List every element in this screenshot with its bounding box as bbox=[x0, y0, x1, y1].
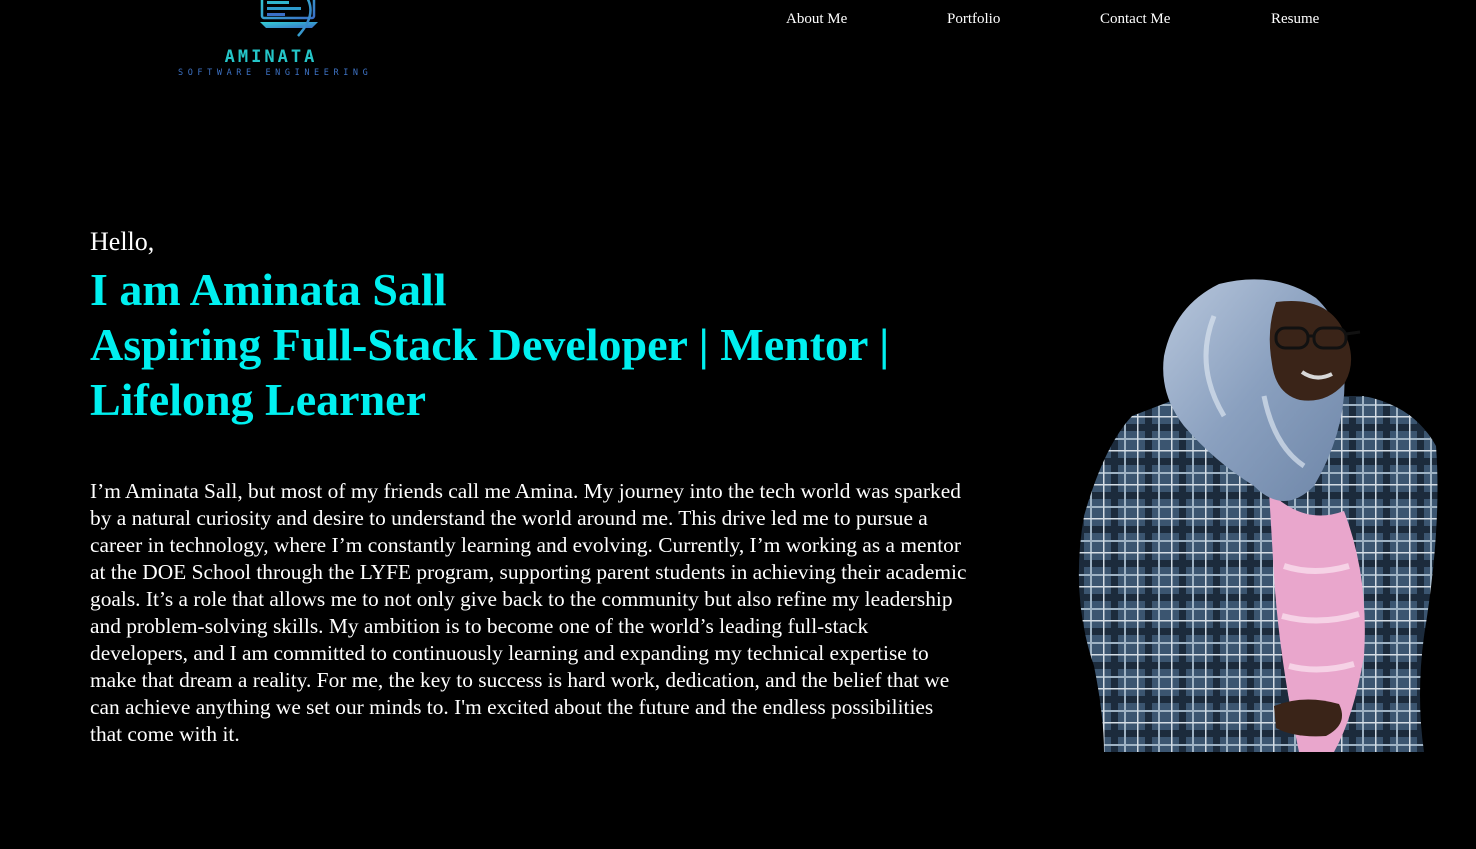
logo-name: AMINATA bbox=[224, 47, 318, 67]
hero-name: I am Aminata Sall bbox=[90, 264, 447, 315]
laptop-code-icon bbox=[260, 0, 318, 37]
logo-tagline: SOFTWARE ENGINEERING bbox=[178, 68, 373, 78]
hero-title-line-1: Aspiring Full-Stack Developer | Mentor | bbox=[90, 319, 890, 370]
greeting: Hello, bbox=[90, 227, 155, 256]
site-logo[interactable]: AMINATA SOFTWARE ENGINEERING bbox=[176, 0, 408, 82]
hero-title-line-2: Lifelong Learner bbox=[90, 374, 426, 425]
profile-photo bbox=[1078, 279, 1438, 752]
nav-link-about-me[interactable]: About Me bbox=[786, 11, 847, 28]
nav-link-resume[interactable]: Resume bbox=[1271, 11, 1319, 28]
hero-headline: I am Aminata Sall Aspiring Full-Stack De… bbox=[90, 262, 970, 427]
nav-link-portfolio[interactable]: Portfolio bbox=[947, 11, 1000, 28]
bio-paragraph: I’m Aminata Sall, but most of my friends… bbox=[90, 479, 967, 746]
nav-link-contact-me[interactable]: Contact Me bbox=[1100, 11, 1170, 28]
